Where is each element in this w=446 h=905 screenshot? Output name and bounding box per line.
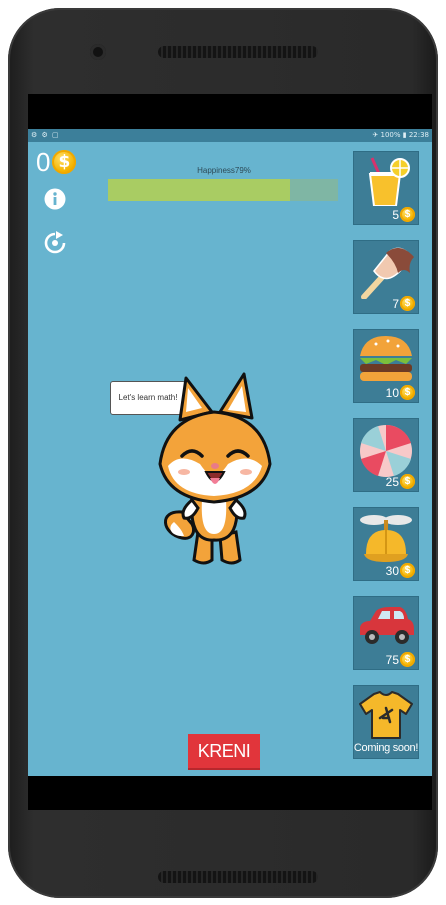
- coin-icon: $: [400, 474, 415, 489]
- price-tag: 7 $: [392, 296, 415, 311]
- earpiece-speaker: [158, 46, 318, 58]
- t-shirt-icon: [359, 691, 413, 739]
- propeller-cap-icon: [360, 515, 412, 562]
- coin-icon: $: [400, 207, 415, 222]
- burger-icon: [360, 336, 412, 381]
- shop-item-burger[interactable]: 10 $: [353, 329, 419, 403]
- happiness-label: Happiness79%: [197, 166, 251, 175]
- price-tag: 5 $: [392, 207, 415, 222]
- shop-item-juice[interactable]: 5 $: [353, 151, 419, 225]
- shop-item-beach-ball[interactable]: 25 $: [353, 418, 419, 492]
- happiness-bar: [108, 179, 338, 201]
- price-tag: 30 $: [386, 563, 415, 578]
- screen-top-bezel: [28, 94, 432, 129]
- price-tag: 10 $: [386, 385, 415, 400]
- coming-soon-label: Coming soon!: [353, 742, 419, 754]
- start-button[interactable]: KRENI: [188, 734, 260, 770]
- coin-icon: $: [400, 385, 415, 400]
- info-icon: [44, 188, 66, 210]
- price-value: 5: [392, 207, 399, 222]
- status-right-info: ✈ 100% ▮ 22:38: [372, 131, 429, 139]
- price-value: 75: [385, 652, 399, 667]
- refresh-button[interactable]: [43, 231, 67, 255]
- shop-item-ice-cream[interactable]: 7 $: [353, 240, 419, 314]
- price-tag: 75 $: [386, 652, 415, 667]
- screen-bottom-bezel: [28, 776, 432, 810]
- game-screen: 0 $ Happiness79% Let's learn math! 5 $ 7…: [28, 142, 432, 776]
- refresh-icon: [44, 231, 66, 254]
- price-value: 25: [385, 474, 399, 489]
- shop-item-car[interactable]: 75 $: [353, 596, 419, 670]
- fox-character[interactable]: [152, 372, 276, 566]
- beach-ball-icon: [360, 424, 412, 477]
- coin-icon: $: [400, 296, 415, 311]
- coin-icon: $: [400, 652, 415, 667]
- coin-count: 0: [36, 147, 51, 177]
- coin-icon: $: [400, 563, 415, 578]
- bottom-speaker: [158, 871, 318, 883]
- ice-cream-icon: [361, 247, 414, 299]
- price-tag: 25 $: [386, 474, 415, 489]
- info-button[interactable]: [43, 187, 67, 211]
- status-bar: ⚙ ⚙ ▢ ✈ 100% ▮ 22:38: [28, 129, 432, 142]
- car-icon: [360, 607, 414, 644]
- coin-icon: $: [52, 150, 77, 174]
- juice-icon: [368, 157, 410, 206]
- shop-item-t-shirt[interactable]: Coming soon!: [353, 685, 419, 759]
- price-value: 10: [385, 385, 399, 400]
- status-left-icons: ⚙ ⚙ ▢: [31, 131, 60, 139]
- camera-icon: [90, 44, 106, 60]
- price-value: 7: [392, 296, 399, 311]
- happiness-bar-fill: [108, 179, 290, 201]
- shop-item-propeller-cap[interactable]: 30 $: [353, 507, 419, 581]
- coin-counter: 0 $: [36, 147, 77, 177]
- price-value: 30: [385, 563, 399, 578]
